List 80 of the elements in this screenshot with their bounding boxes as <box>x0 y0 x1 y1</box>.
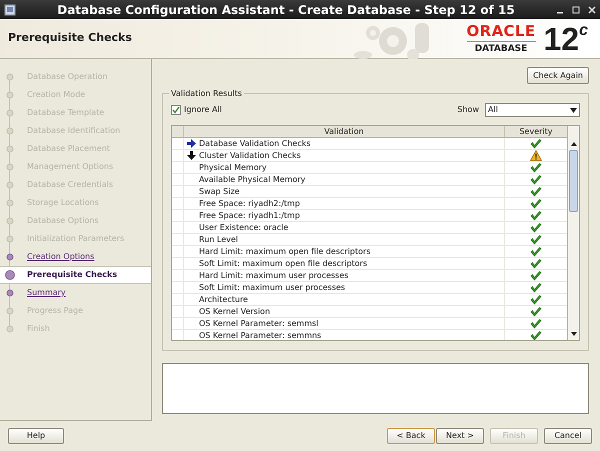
check-icon <box>530 282 542 292</box>
table-row[interactable]: Cluster Validation Checks <box>172 150 567 162</box>
validation-cell: Soft Limit: maximum open file descriptors <box>199 258 368 270</box>
table-row[interactable]: OS Kernel Version <box>172 306 567 318</box>
validation-cell: Hard Limit: maximum open file descriptors <box>199 246 370 258</box>
step-dot-icon <box>5 288 15 298</box>
check-again-button[interactable]: Check Again <box>527 67 589 84</box>
scroll-thumb[interactable] <box>569 150 578 212</box>
step-item[interactable]: Summary <box>0 284 151 302</box>
validation-cell: Swap Size <box>199 186 240 198</box>
scrollbar[interactable] <box>567 126 579 340</box>
validation-cell: Free Space: riyadh1:/tmp <box>199 210 300 222</box>
table-row[interactable]: Soft Limit: maximum user processes <box>172 282 567 294</box>
check-icon <box>530 318 542 328</box>
table-row[interactable]: Soft Limit: maximum open file descriptors <box>172 258 567 270</box>
ignore-all-label: Ignore All <box>184 104 223 116</box>
brand-logo: ORACLE <box>466 24 536 42</box>
check-icon <box>530 210 542 220</box>
scroll-down-icon[interactable] <box>570 332 576 336</box>
warning-icon <box>530 150 542 161</box>
validation-cell: OS Kernel Version <box>199 306 270 318</box>
step-item[interactable]: Prerequisite Checks <box>0 266 151 284</box>
validation-cell: OS Kernel Parameter: semmns <box>199 330 322 340</box>
validation-cell: Available Physical Memory <box>199 174 306 186</box>
table-row[interactable]: Hard Limit: maximum open file descriptors <box>172 246 567 258</box>
table-row[interactable]: Run Level <box>172 234 567 246</box>
page-title: Prerequisite Checks <box>8 30 133 46</box>
validation-cell: Free Space: riyadh2:/tmp <box>199 198 300 210</box>
check-icon <box>530 258 542 268</box>
wizard-button[interactable]: < Back <box>387 428 435 444</box>
scroll-up-icon[interactable] <box>570 142 576 146</box>
validation-cell: OS Kernel Parameter: semmsl <box>199 318 318 330</box>
show-dropdown[interactable]: All <box>485 103 580 117</box>
validation-cell: Architecture <box>199 294 248 306</box>
check-icon <box>530 330 542 340</box>
wizard-button[interactable]: Help <box>8 428 64 444</box>
table-row[interactable]: Physical Memory <box>172 162 567 174</box>
maximize-icon[interactable] <box>572 6 580 14</box>
table-row[interactable]: Database Validation Checks <box>172 138 567 150</box>
check-icon <box>530 294 542 304</box>
table-row[interactable]: User Existence: oracle <box>172 222 567 234</box>
check-icon <box>530 270 542 280</box>
close-icon[interactable] <box>588 6 596 14</box>
validation-cell: Hard Limit: maximum user processes <box>199 270 348 282</box>
app-icon <box>4 4 16 16</box>
wizard-button[interactable]: Next > <box>436 428 484 444</box>
table-row[interactable]: Hard Limit: maximum user processes <box>172 270 567 282</box>
check-icon <box>530 234 542 244</box>
validation-cell: Database Validation Checks <box>199 138 311 150</box>
table-row[interactable]: Free Space: riyadh1:/tmp <box>172 210 567 222</box>
table-row[interactable]: Available Physical Memory <box>172 174 567 186</box>
caret-icon <box>570 108 577 112</box>
check-icon <box>530 162 542 172</box>
validation-cell: Cluster Validation Checks <box>199 150 301 162</box>
check-icon <box>530 246 542 256</box>
right-arrow-icon[interactable] <box>187 139 196 148</box>
column-header[interactable]: Severity <box>505 126 567 137</box>
check-icon <box>530 186 542 196</box>
check-icon <box>530 222 542 232</box>
validation-cell: Soft Limit: maximum user processes <box>199 282 346 294</box>
table-row[interactable]: Swap Size <box>172 186 567 198</box>
product-label: DATABASE <box>474 44 528 54</box>
step-dot-icon <box>5 270 15 280</box>
show-label: Show <box>457 104 479 116</box>
table-row[interactable]: OS Kernel Parameter: semmsl <box>172 318 567 330</box>
validation-cell: User Existence: oracle <box>199 222 288 234</box>
step-dot-icon <box>5 252 15 262</box>
step-item[interactable]: Creation Options <box>0 248 151 266</box>
validation-cell: Run Level <box>199 234 238 246</box>
table-row[interactable]: Free Space: riyadh2:/tmp <box>172 198 567 210</box>
check-icon <box>530 198 542 208</box>
check-icon <box>530 306 542 316</box>
table-row[interactable]: Architecture <box>172 294 567 306</box>
column-header[interactable]: Validation <box>184 126 505 137</box>
check-icon <box>530 174 542 184</box>
window-title: Database Configuration Assistant - Create Database - Step 12 of 15 <box>56 2 516 18</box>
validation-cell: Physical Memory <box>199 162 267 174</box>
wizard-button[interactable]: Cancel <box>544 428 592 444</box>
down-arrow-icon[interactable] <box>187 151 196 160</box>
ignore-all-checkbox[interactable] <box>171 105 181 115</box>
